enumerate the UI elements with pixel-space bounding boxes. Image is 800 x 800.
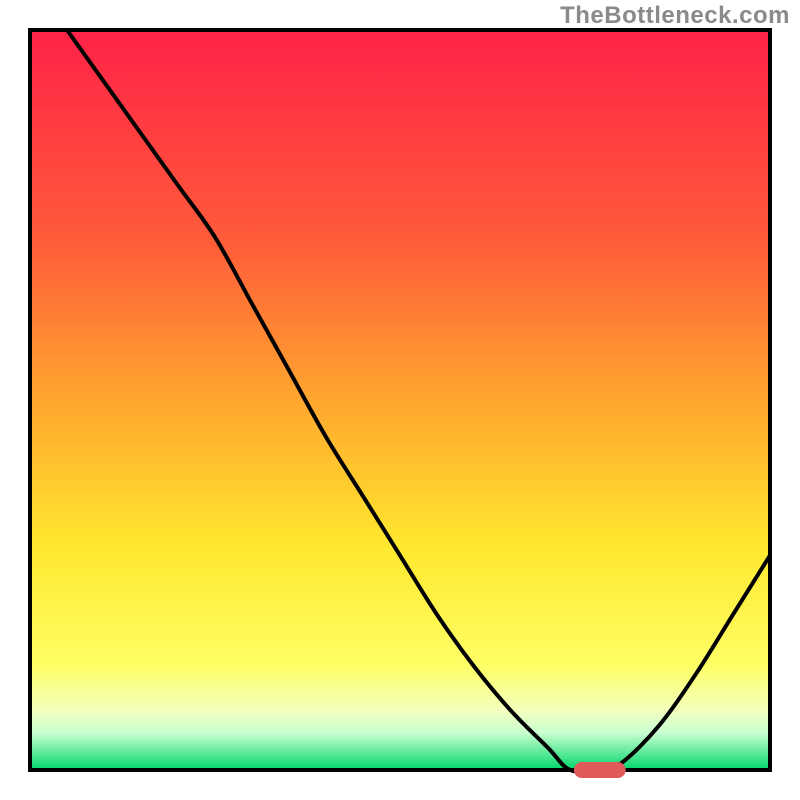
- bottleneck-chart: [0, 0, 800, 800]
- plot-background: [30, 30, 770, 770]
- chart-container: TheBottleneck.com: [0, 0, 800, 800]
- watermark-text: TheBottleneck.com: [560, 2, 790, 30]
- minimum-marker: [574, 762, 626, 778]
